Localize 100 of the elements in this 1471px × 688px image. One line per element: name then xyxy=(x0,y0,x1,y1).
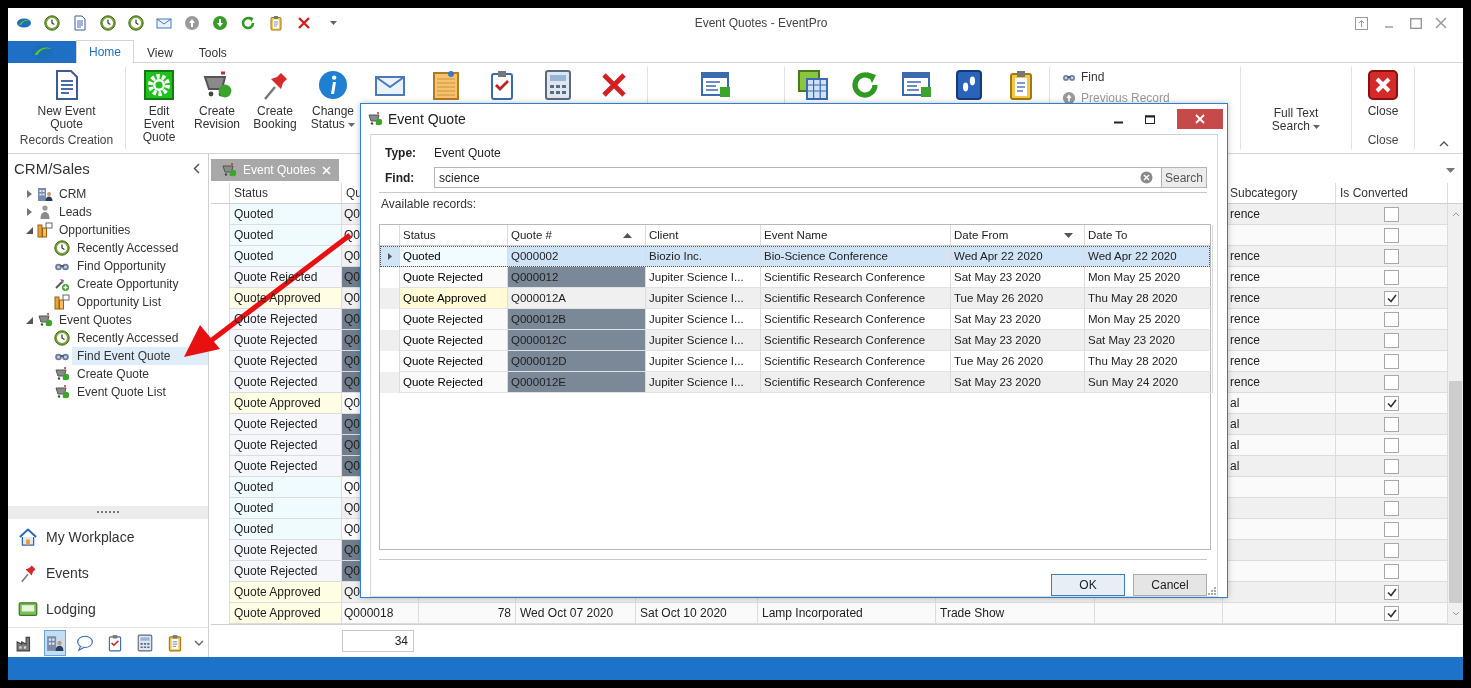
tree-item[interactable]: Find Opportunity xyxy=(74,258,169,274)
nav-item[interactable]: Events xyxy=(46,565,89,581)
tree-item[interactable]: Event Quotes xyxy=(56,312,135,328)
close-tab-icon[interactable] xyxy=(321,165,331,175)
clear-icon[interactable] xyxy=(1140,171,1153,184)
grip-icon[interactable] xyxy=(97,511,119,514)
expand-arrow-icon[interactable] xyxy=(26,190,32,198)
nav-item[interactable]: Lodging xyxy=(46,601,96,617)
column-header[interactable]: Is Converted xyxy=(1336,183,1448,203)
ribbon-tab[interactable]: View xyxy=(134,41,186,63)
checkbox[interactable] xyxy=(1384,542,1399,558)
checkbox[interactable] xyxy=(1384,416,1399,432)
scroll-up-icon[interactable] xyxy=(1451,212,1460,217)
checkbox[interactable] xyxy=(1384,311,1399,327)
collapse-arrow-icon[interactable] xyxy=(25,226,33,234)
checkbox[interactable] xyxy=(1384,206,1399,222)
search-button[interactable]: Search xyxy=(1161,167,1207,188)
checkbox[interactable] xyxy=(1384,584,1399,600)
tree-item[interactable]: Opportunities xyxy=(56,222,134,238)
shortcut-button[interactable] xyxy=(44,629,66,656)
table-row[interactable]: Quoted Q000002 Biozio Inc. Bio-Science Conference Wed Apr 22 2020 Wed Apr 22 2020 xyxy=(380,246,1210,267)
close-button[interactable] xyxy=(1177,109,1223,129)
checkbox[interactable] xyxy=(1384,227,1399,243)
column-header[interactable]: Date From xyxy=(951,225,1085,245)
envelope-icon[interactable] xyxy=(156,15,172,31)
scrollbar[interactable] xyxy=(1448,204,1463,624)
column-header[interactable]: Date To xyxy=(1085,225,1213,245)
checkbox[interactable] xyxy=(1384,521,1399,537)
nav-item[interactable]: My Workplace xyxy=(46,529,135,545)
ribbon-button[interactable]: New Event Quote xyxy=(34,67,99,133)
checkbox[interactable] xyxy=(1384,269,1399,285)
tree-item[interactable]: Opportunity List xyxy=(74,294,165,310)
dialog-button[interactable]: OK xyxy=(1051,574,1125,596)
clock-icon[interactable] xyxy=(44,15,60,31)
checkbox[interactable] xyxy=(1384,500,1399,516)
checkbox[interactable] xyxy=(1384,563,1399,579)
more-caret-icon[interactable] xyxy=(194,639,204,646)
collapse-panel-icon[interactable] xyxy=(193,163,200,174)
tree-item[interactable]: Recently Accessed xyxy=(74,330,182,346)
find-field[interactable]: science xyxy=(434,167,1162,188)
field-label: Type: xyxy=(385,146,418,160)
ribbon-button[interactable]: Full Text Search xyxy=(1261,105,1331,149)
table-cell: Q000018 xyxy=(344,606,394,620)
ribbon-button[interactable]: Edit Event Quote xyxy=(130,67,188,149)
column-header[interactable]: Quote # xyxy=(508,225,646,245)
pushpin-icon xyxy=(18,563,38,583)
footprints-icon[interactable] xyxy=(953,69,985,101)
checkbox[interactable] xyxy=(1384,374,1399,390)
tree-item[interactable]: Recently Accessed xyxy=(74,240,182,256)
dialog-button[interactable]: Cancel xyxy=(1133,574,1207,596)
ribbon-button[interactable]: Create Booking xyxy=(246,67,304,149)
ribbon-tab[interactable]: Tools xyxy=(185,41,240,63)
refresh-icon[interactable] xyxy=(240,15,256,31)
checkbox[interactable] xyxy=(1384,605,1399,621)
document-icon[interactable] xyxy=(72,15,88,31)
checkbox[interactable] xyxy=(1384,248,1399,264)
ribbon-button[interactable]: Close xyxy=(1355,67,1411,133)
ribbon-button[interactable]: Create Revision xyxy=(188,67,246,149)
close-icon[interactable] xyxy=(1435,17,1447,29)
column-header[interactable]: Client xyxy=(646,225,761,245)
tab-list-caret-icon[interactable] xyxy=(1446,168,1455,173)
checkbox[interactable] xyxy=(1384,458,1399,474)
column-header[interactable]: Status xyxy=(400,225,508,245)
table-row[interactable]: Quote Approved Q000012A Jupiter Science I... Scientific Research Conference Tue May 26 2020 Thu May 28 2020 xyxy=(380,288,1210,309)
spreadsheet-icon[interactable] xyxy=(797,69,829,101)
delete-icon[interactable] xyxy=(296,15,312,31)
checkbox[interactable] xyxy=(1384,353,1399,369)
collapse-arrow-icon[interactable] xyxy=(25,316,33,324)
checkbox[interactable] xyxy=(1384,479,1399,495)
clock-icon[interactable] xyxy=(128,15,144,31)
resize-grip-icon[interactable] xyxy=(1208,587,1216,595)
maximize-icon[interactable] xyxy=(1145,114,1155,124)
checkbox[interactable] xyxy=(1384,395,1399,411)
tree-item[interactable]: Create Opportunity xyxy=(74,276,182,292)
column-header[interactable]: Event Name xyxy=(761,225,951,245)
tree-item[interactable]: Find Event Quote xyxy=(74,348,174,364)
ribbon-tab[interactable]: Home xyxy=(76,40,134,63)
table-row[interactable]: Quote Rejected Q000012E Jupiter Science I... Scientific Research Conference Sat May 23 2020 Sun May 24 2020 xyxy=(380,372,1210,393)
checkbox[interactable] xyxy=(1384,332,1399,348)
ribbon-button[interactable]: Change Status xyxy=(304,67,362,149)
notepad-icon[interactable] xyxy=(430,69,462,101)
tree-item[interactable]: Leads xyxy=(56,204,95,220)
tree-item[interactable]: Event Quote List xyxy=(74,384,169,400)
refresh-icon[interactable] xyxy=(849,69,881,101)
scroll-down-icon[interactable] xyxy=(1451,611,1460,616)
expand-arrow-icon[interactable] xyxy=(26,208,32,216)
status-cell: Quoted xyxy=(229,477,342,498)
clock-icon[interactable] xyxy=(100,15,116,31)
table-cell: Q0 xyxy=(344,375,360,389)
checkbox[interactable] xyxy=(1384,290,1399,306)
clipboard-icon[interactable] xyxy=(268,15,284,31)
collapse-ribbon-icon[interactable] xyxy=(1439,141,1449,147)
table-row[interactable]: Quote Rejected Q000012C Jupiter Science I... Scientific Research Conference Sat May 23 2020 Sat May 23 2020 xyxy=(380,330,1210,351)
checkbox[interactable] xyxy=(1384,437,1399,453)
ribbon-button[interactable]: Find xyxy=(1058,67,1240,87)
column-header[interactable]: Status xyxy=(229,183,342,203)
tree-item[interactable]: Create Quote xyxy=(74,366,153,382)
restore-ribbon-icon[interactable] xyxy=(1355,16,1368,30)
tree-item[interactable]: CRM xyxy=(56,186,90,202)
calculator-icon[interactable] xyxy=(542,69,574,101)
